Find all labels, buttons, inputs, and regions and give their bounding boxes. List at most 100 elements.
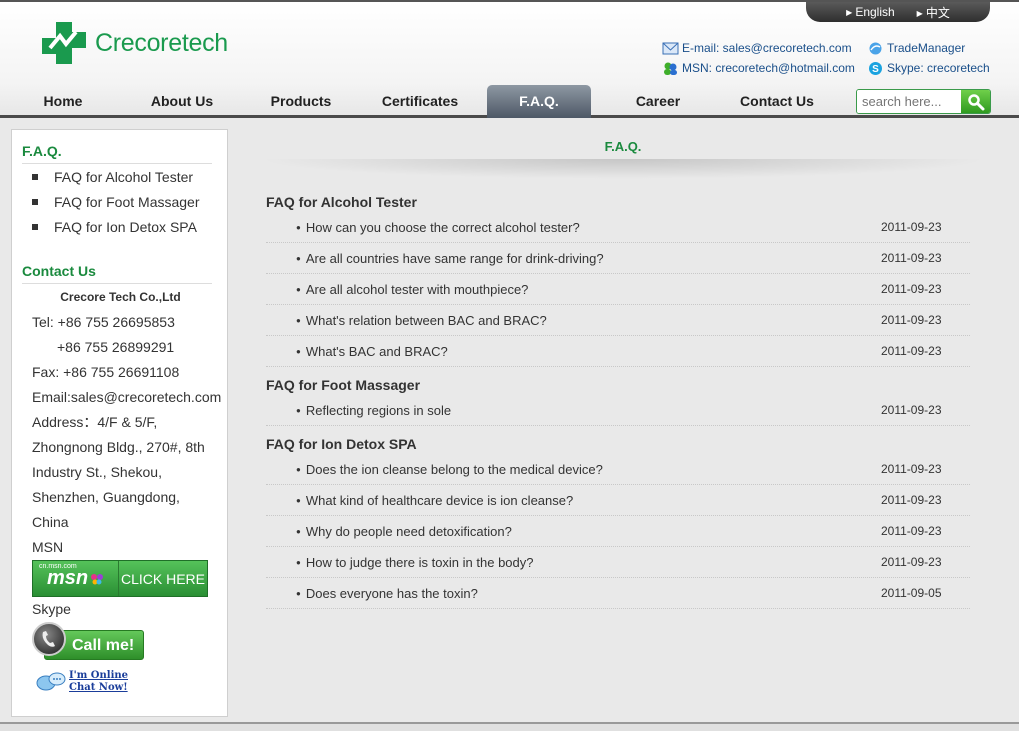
brand-logo[interactable]: Crecoretech	[40, 20, 228, 66]
bullet-square-icon	[32, 174, 38, 181]
header-msn[interactable]: MSN: crecoretech@hotmail.com	[662, 58, 855, 78]
sidebar-faq-ion-detox-spa[interactable]: FAQ for Ion Detox SPA	[32, 215, 200, 240]
msn-logo: cn.msn.com msn	[33, 561, 119, 596]
faq-row: What's BAC and BRAC? 2011-09-23	[266, 336, 970, 367]
brand-name: Crecoretech	[95, 28, 228, 57]
faq-date: 2011-09-23	[881, 555, 942, 569]
svg-text:S: S	[872, 64, 879, 75]
envelope-icon	[662, 42, 679, 54]
page-title: F.A.Q.	[604, 139, 642, 154]
header-contacts-right: TradeManager S Skype: crecoretech	[867, 38, 990, 78]
nav-certificates[interactable]: Certificates	[372, 85, 468, 118]
faq-date: 2011-09-23	[881, 344, 942, 358]
trademanager-icon	[869, 42, 882, 54]
faq-date: 2011-09-23	[881, 403, 942, 417]
search-box	[856, 89, 991, 114]
chat-bubble-icon	[36, 672, 66, 691]
header-contacts-left: E-mail: sales@crecoretech.com MSN: creco…	[662, 38, 855, 78]
search-button[interactable]	[961, 90, 990, 113]
bullet-square-icon	[32, 224, 38, 231]
faq-row: Does everyone has the toxin? 2011-09-05	[266, 578, 970, 609]
contact-address-line-5: China	[32, 514, 69, 530]
header-trademanager[interactable]: TradeManager	[867, 38, 990, 58]
chat-now-text: Chat Now!	[69, 682, 128, 693]
skype-call-me-button[interactable]: Call me!	[32, 622, 144, 662]
faq-question-link[interactable]: Does everyone has the toxin?	[296, 586, 478, 601]
msn-button-label: CLICK HERE	[120, 570, 206, 587]
nav-faq[interactable]: F.A.Q.	[487, 85, 591, 118]
nav-products[interactable]: Products	[258, 85, 344, 118]
sidebar-faq-heading: F.A.Q.	[22, 143, 212, 164]
header-skype-text: Skype: crecoretech	[887, 61, 990, 75]
header-email[interactable]: E-mail: sales@crecoretech.com	[662, 38, 855, 58]
contact-address-line-2: Zhongnong Bldg., 270#, 8th	[32, 439, 205, 455]
site-header: Crecoretech ▶ English ▶ 中文 E-mail: sales@c…	[0, 0, 1019, 118]
nav-contact-us[interactable]: Contact Us	[728, 85, 826, 118]
nav-home[interactable]: Home	[22, 85, 104, 118]
faq-row: How can you choose the correct alcohol t…	[266, 212, 970, 243]
contact-address-line-3: Industry St., Shekou,	[32, 464, 162, 480]
sidebar-faq-link-label: FAQ for Alcohol Tester	[54, 169, 194, 185]
faq-question-link[interactable]: Are all countries have same range for dr…	[296, 251, 604, 266]
section-title-foot-massager: FAQ for Foot Massager	[266, 377, 421, 393]
sidebar-contact-heading: Contact Us	[22, 263, 212, 284]
faq-date: 2011-09-05	[881, 586, 942, 600]
triangle-right-icon: ▶	[846, 8, 853, 17]
search-input[interactable]	[857, 90, 961, 113]
nav-about-us[interactable]: About Us	[139, 85, 225, 118]
header-msn-text: MSN: crecoretech@hotmail.com	[682, 61, 855, 75]
sidebar-faq-foot-massager[interactable]: FAQ for Foot Massager	[32, 190, 200, 215]
faq-date: 2011-09-23	[881, 282, 942, 296]
skype-icon: S	[869, 61, 882, 75]
main-nav: Home About Us Products Certificates F.A.…	[0, 85, 1019, 118]
sidebar: F.A.Q. FAQ for Alcohol Tester FAQ for Fo…	[11, 129, 228, 717]
company-name: Crecore Tech Co.,Ltd	[60, 290, 181, 304]
faq-row: Reflecting regions in sole 2011-09-23	[266, 395, 970, 426]
sidebar-faq-alcohol-tester[interactable]: FAQ for Alcohol Tester	[32, 165, 200, 190]
faq-row: What kind of healthcare device is ion cl…	[266, 485, 970, 516]
footer-divider	[0, 722, 1019, 731]
contact-tel: Tel: +86 755 26695853	[32, 314, 175, 330]
lang-english-label: English	[855, 5, 895, 19]
skype-label: Skype	[32, 601, 71, 617]
faq-date: 2011-09-23	[881, 220, 942, 234]
faq-date: 2011-09-23	[881, 524, 942, 538]
faq-row: Are all alcohol tester with mouthpiece? 2…	[266, 274, 970, 305]
faq-question-link[interactable]: Are all alcohol tester with mouthpiece?	[296, 282, 529, 297]
nav-career[interactable]: Career	[617, 85, 699, 118]
faq-question-link[interactable]: How can you choose the correct alcohol t…	[296, 220, 580, 235]
faq-row: What's relation between BAC and BRAC? 201…	[266, 305, 970, 336]
sidebar-faq-link-label: FAQ for Foot Massager	[54, 194, 200, 210]
msn-logo-text: msn	[46, 567, 89, 589]
msn-butterfly-icon	[91, 573, 104, 584]
lang-chinese-label: 中文	[925, 5, 950, 20]
header-email-text: E-mail: sales@crecoretech.com	[682, 41, 852, 55]
triangle-right-icon: ▶	[916, 8, 923, 18]
faq-question-link[interactable]: Why do people need detoxification?	[296, 524, 512, 539]
header-skype[interactable]: S Skype: crecoretech	[867, 58, 990, 78]
contact-email[interactable]: Email:sales@crecoretech.com	[32, 385, 221, 410]
faq-row: How to judge there is toxin in the body?…	[266, 547, 970, 578]
faq-question-link[interactable]: Reflecting regions in sole	[296, 403, 451, 418]
faq-question-link[interactable]: What's BAC and BRAC?	[296, 344, 448, 359]
online-chat-link[interactable]: I'm Online Chat Now!	[36, 670, 128, 694]
main-content: F.A.Q. FAQ for Alcohol Tester How can yo…	[228, 129, 1019, 717]
faq-row: Why do people need detoxification? 2011-0…	[266, 516, 970, 547]
msn-click-here-button[interactable]: cn.msn.com msn CLICK HERE	[32, 560, 208, 597]
contact-address-line-1: Address：4/F & 5/F,	[32, 414, 158, 430]
faq-row: Are all countries have same range for dr…	[266, 243, 970, 274]
faq-question-link[interactable]: What's relation between BAC and BRAC?	[296, 313, 547, 328]
contact-tel-2: +86 755 26899291	[57, 339, 175, 355]
title-divider	[258, 159, 988, 179]
lang-chinese[interactable]: ▶ 中文	[917, 4, 950, 21]
lang-english[interactable]: ▶ English	[846, 5, 895, 19]
faq-question-link[interactable]: What kind of healthcare device is ion cl…	[296, 493, 573, 508]
msn-site-text: cn.msn.com	[39, 563, 77, 570]
faq-date: 2011-09-23	[881, 313, 942, 327]
language-switcher: ▶ English ▶ 中文	[806, 2, 990, 22]
section-title-ion-detox-spa: FAQ for Ion Detox SPA	[266, 436, 417, 452]
faq-date: 2011-09-23	[881, 462, 942, 476]
search-icon	[967, 93, 984, 110]
faq-question-link[interactable]: How to judge there is toxin in the body?	[296, 555, 534, 570]
faq-question-link[interactable]: Does the ion cleanse belong to the medic…	[296, 462, 603, 477]
